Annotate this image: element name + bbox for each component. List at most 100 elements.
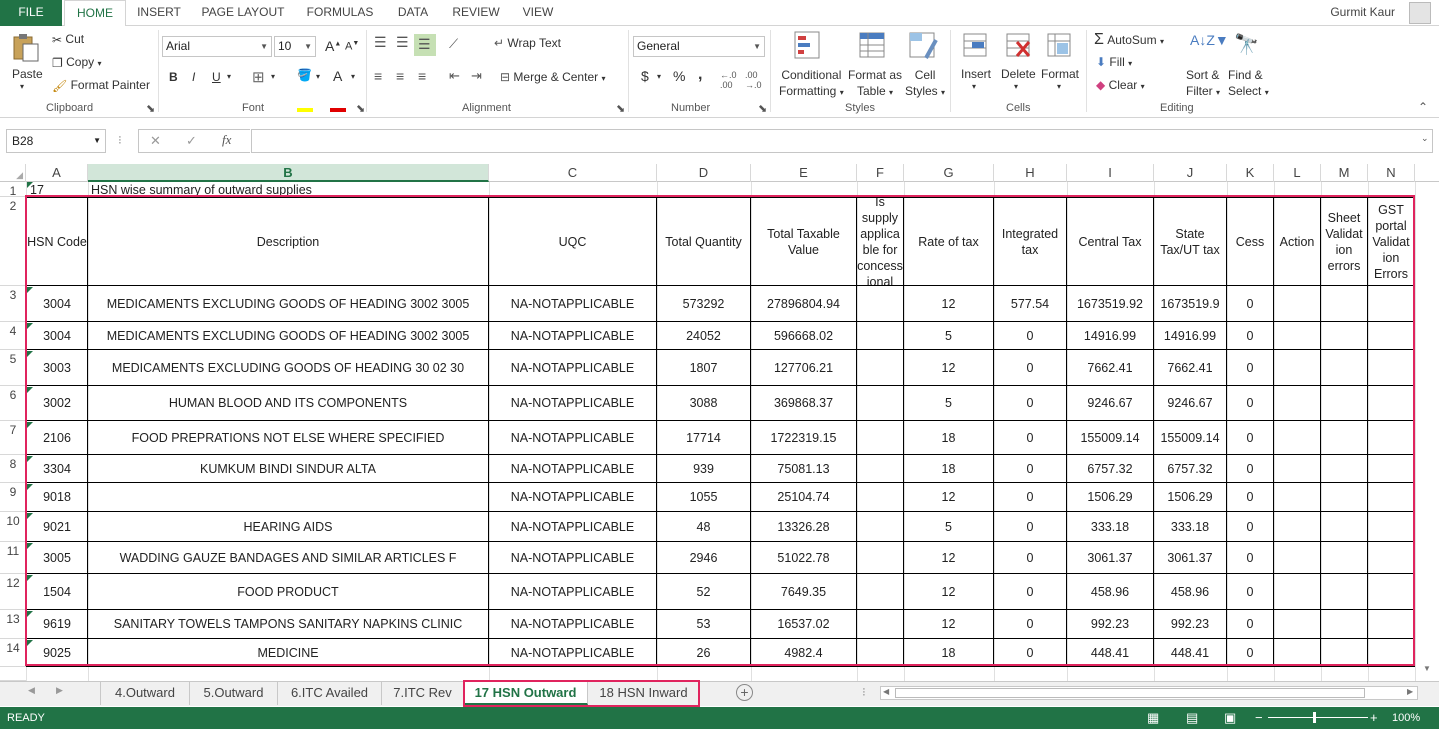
table-cell[interactable]: MEDICAMENTS EXCLUDING GOODS OF HEADING 3… <box>88 350 489 386</box>
table-cell[interactable] <box>1274 386 1321 421</box>
table-cell[interactable]: FOOD PREPRATIONS NOT ELSE WHERE SPECIFIE… <box>88 421 489 455</box>
row-header[interactable]: 14 <box>0 639 26 667</box>
table-cell[interactable] <box>1321 610 1368 639</box>
table-cell[interactable] <box>1321 322 1368 350</box>
page-layout-view-icon[interactable]: ▤ <box>1186 707 1198 729</box>
table-cell[interactable]: 5 <box>904 322 994 350</box>
table-cell[interactable]: 992.23 <box>1154 610 1227 639</box>
table-cell[interactable]: 4982.4 <box>751 639 857 667</box>
table-cell[interactable] <box>1368 286 1415 322</box>
header-cell-c[interactable]: UQC <box>489 197 657 286</box>
table-cell[interactable]: HUMAN BLOOD AND ITS COMPONENTS <box>88 386 489 421</box>
table-cell[interactable]: NA-NOTAPPLICABLE <box>489 286 657 322</box>
normal-view-icon[interactable]: ▦ <box>1147 707 1159 729</box>
table-cell[interactable]: SANITARY TOWELS TAMPONS SANITARY NAPKINS… <box>88 610 489 639</box>
zoom-in-icon[interactable]: + <box>1370 707 1378 729</box>
table-cell[interactable]: 0 <box>994 574 1067 610</box>
table-cell[interactable]: 1673519.9 <box>1154 286 1227 322</box>
table-cell[interactable] <box>1321 286 1368 322</box>
table-cell[interactable]: 0 <box>1227 483 1274 512</box>
table-cell[interactable]: 24052 <box>657 322 751 350</box>
table-cell[interactable] <box>1368 542 1415 574</box>
table-cell[interactable]: 577.54 <box>994 286 1067 322</box>
table-cell[interactable] <box>857 483 904 512</box>
table-cell[interactable] <box>1274 421 1321 455</box>
header-cell-k[interactable]: Cess <box>1227 197 1274 286</box>
scroll-down-icon[interactable]: ▼ <box>1423 664 1431 673</box>
table-cell[interactable]: NA-NOTAPPLICABLE <box>489 610 657 639</box>
table-cell[interactable]: NA-NOTAPPLICABLE <box>489 574 657 610</box>
table-cell[interactable]: 1055 <box>657 483 751 512</box>
table-cell[interactable]: 0 <box>994 610 1067 639</box>
table-cell[interactable]: 9619 <box>26 610 88 639</box>
table-cell[interactable] <box>1274 512 1321 542</box>
scroll-left-icon[interactable]: ◀ <box>883 687 889 696</box>
table-cell[interactable]: 17714 <box>657 421 751 455</box>
table-cell[interactable]: 1807 <box>657 350 751 386</box>
table-cell[interactable] <box>857 421 904 455</box>
table-cell[interactable]: 3061.37 <box>1154 542 1227 574</box>
zoom-out-icon[interactable]: − <box>1255 707 1263 729</box>
table-cell[interactable]: 5 <box>904 386 994 421</box>
table-cell[interactable]: WADDING GAUZE BANDAGES AND SIMILAR ARTIC… <box>88 542 489 574</box>
table-cell[interactable]: 16537.02 <box>751 610 857 639</box>
table-cell[interactable]: 5 <box>904 512 994 542</box>
table-cell[interactable]: 3061.37 <box>1067 542 1154 574</box>
table-cell[interactable] <box>1368 639 1415 667</box>
sheet-tab-5-outward[interactable]: 5.Outward <box>190 682 278 705</box>
table-cell[interactable] <box>1274 286 1321 322</box>
table-cell[interactable]: 0 <box>994 322 1067 350</box>
table-cell[interactable]: NA-NOTAPPLICABLE <box>489 542 657 574</box>
table-cell[interactable] <box>1321 574 1368 610</box>
table-cell[interactable]: 3004 <box>26 322 88 350</box>
table-cell[interactable] <box>1368 610 1415 639</box>
table-cell[interactable] <box>1368 483 1415 512</box>
table-cell[interactable] <box>1368 322 1415 350</box>
table-cell[interactable]: 2106 <box>26 421 88 455</box>
table-cell[interactable]: 18 <box>904 421 994 455</box>
table-cell[interactable] <box>857 574 904 610</box>
table-cell[interactable]: 18 <box>904 639 994 667</box>
sheet-tab-6-itc-availed[interactable]: 6.ITC Availed <box>278 682 382 705</box>
table-cell[interactable]: 1506.29 <box>1154 483 1227 512</box>
table-cell[interactable]: 458.96 <box>1154 574 1227 610</box>
table-cell[interactable]: 3304 <box>26 455 88 483</box>
table-cell[interactable] <box>857 542 904 574</box>
scroll-right-icon[interactable]: ▶ <box>1407 687 1413 696</box>
table-cell[interactable]: 3005 <box>26 542 88 574</box>
table-cell[interactable]: 0 <box>1227 512 1274 542</box>
table-cell[interactable] <box>1368 350 1415 386</box>
table-cell[interactable] <box>857 286 904 322</box>
table-cell[interactable]: NA-NOTAPPLICABLE <box>489 483 657 512</box>
table-cell[interactable]: 53 <box>657 610 751 639</box>
table-cell[interactable]: MEDICAMENTS EXCLUDING GOODS OF HEADING 3… <box>88 322 489 350</box>
table-cell[interactable] <box>1321 512 1368 542</box>
table-cell[interactable]: 7649.35 <box>751 574 857 610</box>
table-cell[interactable]: 1722319.15 <box>751 421 857 455</box>
table-cell[interactable]: 12 <box>904 542 994 574</box>
table-cell[interactable] <box>1321 421 1368 455</box>
table-cell[interactable]: 9246.67 <box>1067 386 1154 421</box>
table-cell[interactable]: FOOD PRODUCT <box>88 574 489 610</box>
table-cell[interactable] <box>857 639 904 667</box>
table-cell[interactable]: 12 <box>904 350 994 386</box>
table-cell[interactable]: 458.96 <box>1067 574 1154 610</box>
table-cell[interactable]: 18 <box>904 455 994 483</box>
table-cell[interactable]: 9025 <box>26 639 88 667</box>
header-cell-b[interactable]: Description <box>88 197 489 286</box>
table-cell[interactable]: 0 <box>1227 455 1274 483</box>
table-cell[interactable]: 0 <box>1227 386 1274 421</box>
table-cell[interactable]: 0 <box>994 350 1067 386</box>
table-cell[interactable]: 369868.37 <box>751 386 857 421</box>
table-cell[interactable]: MEDICAMENTS EXCLUDING GOODS OF HEADING 3… <box>88 286 489 322</box>
table-cell[interactable] <box>1274 574 1321 610</box>
table-cell[interactable]: NA-NOTAPPLICABLE <box>489 322 657 350</box>
table-cell[interactable] <box>1368 386 1415 421</box>
table-cell[interactable] <box>857 455 904 483</box>
header-cell-g[interactable]: Rate of tax <box>904 197 994 286</box>
table-cell[interactable]: NA-NOTAPPLICABLE <box>489 386 657 421</box>
table-cell[interactable] <box>1321 639 1368 667</box>
table-cell[interactable]: 155009.14 <box>1067 421 1154 455</box>
table-cell[interactable]: 448.41 <box>1154 639 1227 667</box>
table-cell[interactable]: HEARING AIDS <box>88 512 489 542</box>
